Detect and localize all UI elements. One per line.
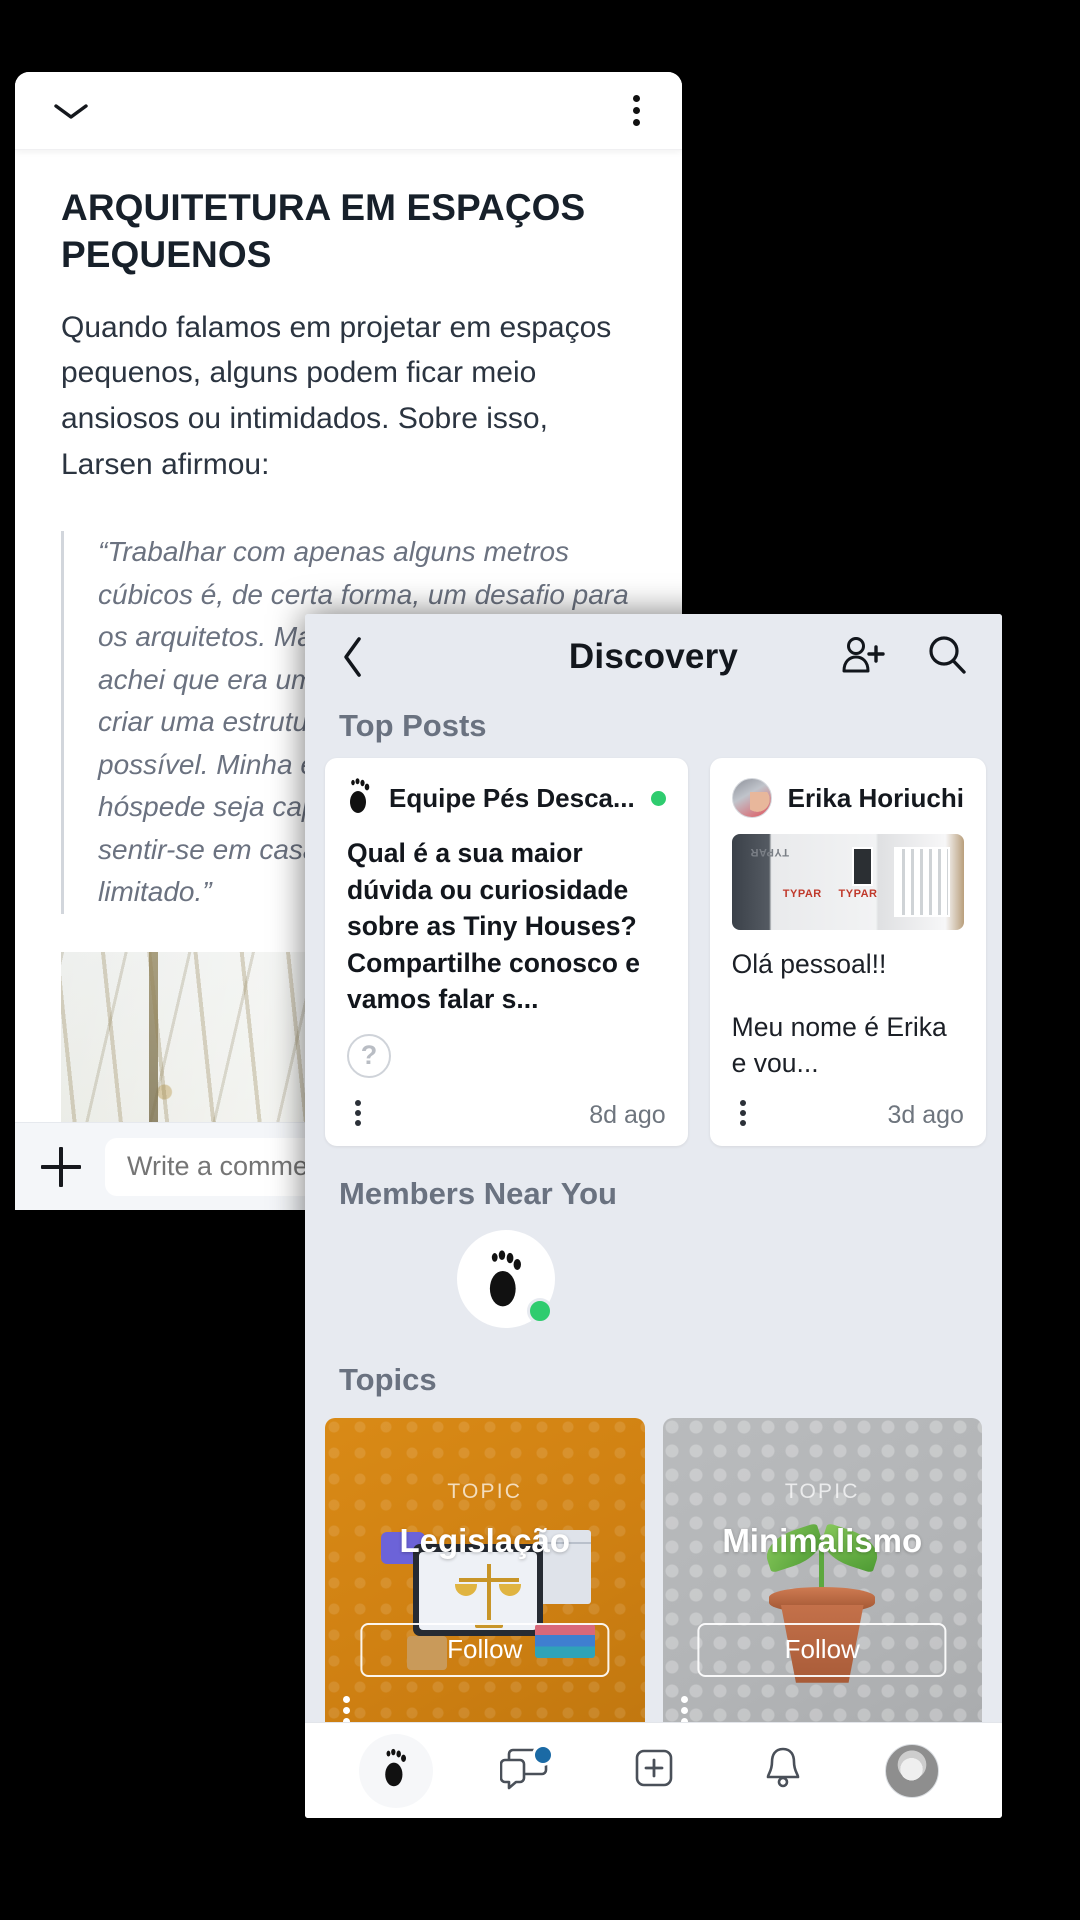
kebab-menu-icon[interactable] <box>732 1096 754 1130</box>
topic-card[interactable]: TOPIC Legislação Follow <box>325 1417 645 1722</box>
topic-card[interactable]: TOPIC Minimalismo Follow <box>662 1417 982 1722</box>
post-card[interactable]: Equipe Pés Desca... Qual é a sua maior d… <box>325 758 688 1146</box>
page-title: ARQUITETURA EM ESPAÇOS PEQUENOS <box>61 187 586 276</box>
plus-square-icon <box>630 1744 678 1797</box>
nav-item-messages[interactable] <box>488 1734 562 1808</box>
chevron-down-icon[interactable] <box>51 99 91 123</box>
topic-name: Legislação <box>399 1521 571 1559</box>
kebab-menu-icon[interactable] <box>343 1695 350 1722</box>
section-title-top-posts: Top Posts <box>339 708 487 743</box>
article-paragraph: Quando falamos em projetar em espaços pe… <box>61 310 612 481</box>
post-footer: 8d ago <box>347 1082 666 1130</box>
post-text-line-1: Olá pessoal!! <box>731 949 887 979</box>
profile-avatar-icon <box>884 1743 939 1798</box>
member-avatar[interactable] <box>575 1230 673 1328</box>
post-timestamp: 8d ago <box>589 1100 666 1129</box>
chevron-left-icon[interactable] <box>339 635 365 679</box>
discovery-header: Discovery <box>305 614 1002 700</box>
members-near-you-row <box>305 1226 1002 1328</box>
section-title-topics: Topics <box>339 1361 437 1397</box>
online-status-dot <box>650 791 666 806</box>
nav-item-create[interactable] <box>617 1734 691 1808</box>
bottom-navigation[interactable] <box>305 1722 1002 1818</box>
post-header: Equipe Pés Desca... <box>347 778 666 819</box>
top-posts-row: Equipe Pés Desca... Qual é a sua maior d… <box>305 758 1002 1146</box>
footprint-icon <box>382 1748 410 1793</box>
kebab-menu-icon[interactable] <box>347 1096 369 1130</box>
topic-kicker: TOPIC <box>784 1479 860 1503</box>
discovery-panel[interactable]: Discovery Top Posts Equipe Pés Desca... … <box>305 614 1002 1818</box>
add-person-icon[interactable] <box>840 635 886 680</box>
member-avatar[interactable] <box>693 1230 791 1328</box>
thumb-label: TYPAR <box>750 845 790 858</box>
post-text-line-2: Meu nome é Erika e vou... <box>731 1011 947 1079</box>
post-header: Erika Horiuchi <box>731 778 964 818</box>
nav-item-home[interactable] <box>358 1733 433 1808</box>
bell-icon <box>761 1744 805 1797</box>
nav-item-profile[interactable] <box>875 1734 949 1808</box>
section-title-members-near-you: Members Near You <box>339 1175 617 1211</box>
thumb-label: TYPAR <box>838 887 878 900</box>
follow-button[interactable]: Follow <box>360 1622 610 1677</box>
post-author[interactable]: Erika Horiuchi <box>788 783 964 814</box>
search-icon[interactable] <box>926 634 968 681</box>
kebab-menu-icon[interactable] <box>627 89 646 132</box>
topics-row: TOPIC Legislação Follow TOPIC Minimalism… <box>305 1412 1002 1722</box>
kebab-menu-icon[interactable] <box>680 1695 688 1722</box>
topic-kicker: TOPIC <box>447 1479 523 1503</box>
post-card[interactable]: Erika Horiuchi TYPAR TYPAR TYPAR Olá pes… <box>709 758 986 1146</box>
post-author[interactable]: Equipe Pés Desca... <box>389 783 635 814</box>
nav-item-notifications[interactable] <box>746 1734 820 1808</box>
plus-icon[interactable] <box>37 1143 85 1191</box>
screen: ARQUITETURA EM ESPAÇOS PEQUENOS Quando f… <box>0 0 1080 1920</box>
member-avatar[interactable] <box>339 1230 437 1328</box>
thumb-window-dark <box>852 847 874 886</box>
post-footer: 3d ago <box>732 1082 964 1130</box>
follow-button[interactable]: Follow <box>697 1622 947 1677</box>
discovery-scroll[interactable]: Top Posts Equipe Pés Desca... Qual é a s… <box>305 700 1002 1722</box>
post-thumbnail[interactable]: TYPAR TYPAR TYPAR <box>731 834 964 930</box>
post-text: Qual é a sua maior dúvida ou curiosidade… <box>347 838 641 1015</box>
unread-badge <box>531 1743 554 1766</box>
article-topbar <box>15 72 682 150</box>
avatar <box>731 778 772 818</box>
thumb-label: TYPAR <box>782 887 822 900</box>
thumb-window-frame <box>894 847 951 917</box>
online-status-dot <box>527 1297 553 1324</box>
member-avatar[interactable] <box>457 1229 555 1328</box>
footprint-icon <box>347 778 373 819</box>
post-timestamp: 3d ago <box>887 1100 964 1129</box>
topic-name: Minimalismo <box>722 1521 923 1559</box>
question-circle-icon: ? <box>347 1033 391 1078</box>
